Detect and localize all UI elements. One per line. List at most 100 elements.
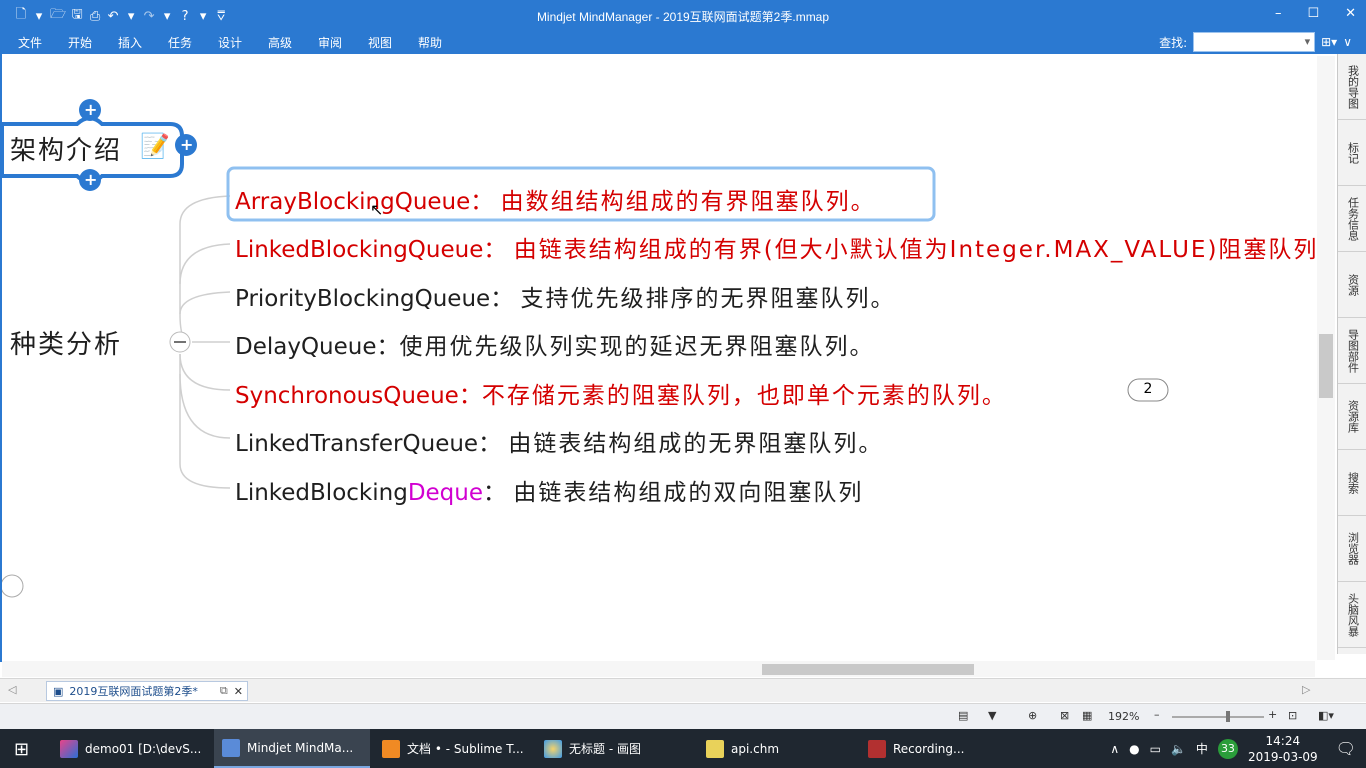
paint-icon [544,739,562,758]
tab-task[interactable]: 任务 [168,34,218,51]
topic-synchronous-queue[interactable]: SynchronousQueue：不存储元素的阻塞队列，也即单个元素的队列。 [235,376,1007,410]
side-panel: 我的导图 标记 任务信息 资源 导图部件 资源库 搜索 浏览器 头脑风暴 [1337,54,1366,654]
central-topic-label[interactable]: 架构介绍 [10,130,122,167]
document-tab-label: 2019互联网面试题第2季* [69,685,198,698]
side-tab-resources[interactable]: 资源 [1338,252,1366,318]
volume-icon[interactable]: 🔈 [1171,742,1186,756]
note-icon[interactable]: 📝 [140,132,170,160]
horizontal-scroll-thumb[interactable] [762,664,974,675]
svg-text:+: + [180,135,193,154]
svg-text:+: + [84,170,97,189]
zoom-in-icon[interactable]: + [1268,708,1277,721]
vertical-scrollbar[interactable] [1317,56,1335,660]
window-title: Mindjet MindManager - 2019互联网面试题第2季.mmap [536,10,830,24]
zoom-slider-knob[interactable] [1226,711,1230,722]
side-tab-map-parts[interactable]: 导图部件 [1338,318,1366,384]
topic-linked-transfer-queue[interactable]: LinkedTransferQueue： 由链表结构组成的无界阻塞队列。 [235,424,883,458]
taskbar-item-mindmanager[interactable]: Mindjet MindMa... [214,729,370,768]
topic-linked-blocking-queue[interactable]: LinkedBlockingQueue： 由链表结构组成的有界(但大小默认值为I… [235,230,1318,264]
find-options-icon[interactable]: ⊞▾ [1321,35,1337,49]
tab-scroll-left-icon[interactable]: ◁ [8,683,16,696]
find-input[interactable]: ▾ [1193,32,1316,52]
notification-icon[interactable]: 🗨 [1336,739,1356,758]
network-icon[interactable]: ▭ [1150,742,1161,756]
taskbar-item-intellij[interactable]: demo01 [D:\devS... [52,729,212,768]
partial-node-icon[interactable] [2,574,24,598]
taskbar-item-recording[interactable]: Recording... [860,729,1020,768]
minimize-button[interactable]: – [1275,6,1282,21]
side-tab-browser[interactable]: 浏览器 [1338,516,1366,582]
start-button[interactable]: ⊞ [14,739,29,760]
topic-name: SynchronousQueue [235,383,459,409]
tab-home[interactable]: 开始 [68,34,118,51]
layout-icon[interactable]: ▤ [958,709,968,722]
ime-indicator[interactable]: 中 [1196,740,1208,757]
collapse-ribbon-icon[interactable]: ∨ [1343,35,1352,49]
topic-linked-blocking-deque[interactable]: LinkedBlockingDeque： 由链表结构组成的双向阻塞队列 [235,473,863,507]
topic-kinds[interactable]: 种类分析 [10,324,122,361]
fit-map-icon[interactable]: ⊡ [1288,709,1297,722]
side-tab-my-maps[interactable]: 我的导图 [1338,54,1366,120]
topic-delay-queue[interactable]: DelayQueue：使用优先级队列实现的延迟无界阻塞队列。 [235,327,875,361]
ribbon-tabs: 文件 开始 插入 任务 设计 高级 审阅 视图 帮助 [18,34,468,51]
tab-file[interactable]: 文件 [18,34,68,51]
zoom-out-icon[interactable]: – [1154,708,1160,721]
tab-advanced[interactable]: 高级 [268,34,318,51]
topic-desc: 由链表结构组成的双向阻塞队列 [513,480,864,506]
clock-date: 2019-03-09 [1247,749,1318,764]
map-file-icon: ▣ [53,684,64,698]
svg-text:+: + [84,100,97,119]
filter-icon[interactable]: ▼ [988,709,996,722]
tab-scroll-right-icon[interactable]: ▷ [1302,683,1310,696]
restore-tab-icon[interactable]: ⧉ [220,684,228,698]
topic-name: LinkedBlocking [235,480,408,506]
maximize-button[interactable]: ☐ [1307,6,1319,21]
title-bar: 🗋 ▾ 🗁 🖫 ⎙ ↶ ▾ ↷ ▾ ? ▾ ⩢ Mindjet MindMana… [0,0,1366,54]
side-tab-library[interactable]: 资源库 [1338,384,1366,450]
topic-array-blocking-queue[interactable]: ArrayBlockingQueue： 由数组结构组成的有界阻塞队列。 [235,182,876,216]
outline-icon[interactable]: ▦ [1082,709,1092,722]
topic-desc: 由链表结构组成的有界(但大小默认值为Integer.MAX_VALUE)阻塞队列 [513,237,1319,263]
clock[interactable]: 14:24 2019-03-09 [1248,733,1318,765]
tray-app-icon[interactable]: ● [1129,742,1139,756]
tab-view[interactable]: 视图 [368,34,418,51]
close-button[interactable]: ✕ [1345,6,1356,21]
view-mode-icon[interactable]: ◧▾ [1318,709,1334,722]
system-tray: ∧ ● ▭ 🔈 中 33 14:24 2019-03-09 🗨 [1110,729,1366,768]
grid-icon[interactable]: ⊠ [1060,709,1069,722]
map-canvas[interactable]: + + + 架构介绍 📝 种类分析 ArrayBlockingQueue： 由数… [0,54,1337,662]
sublime-icon [382,739,400,758]
tab-help[interactable]: 帮助 [418,34,468,51]
document-tab[interactable]: ▣ 2019互联网面试题第2季* ⧉ ✕ [46,681,248,701]
topic-desc: 使用优先级队列实现的延迟无界阻塞队列。 [399,334,875,360]
count-badge[interactable]: 2 [1128,381,1168,397]
taskbar-item-paint[interactable]: 无标题 - 画图 [536,729,696,768]
mindmanager-icon [222,738,240,757]
focus-icon[interactable]: ⊕ [1028,709,1037,722]
vertical-scroll-thumb[interactable] [1319,334,1333,398]
zoom-level: 192% [1108,710,1140,723]
side-tab-markers[interactable]: 标记 [1338,120,1366,186]
topic-desc: 由数组结构组成的有界阻塞队列。 [500,189,876,215]
recorder-icon [868,739,886,758]
tab-review[interactable]: 审阅 [318,34,368,51]
horizontal-scrollbar[interactable] [2,661,1315,677]
close-tab-icon[interactable]: ✕ [234,685,247,698]
topic-desc: 不存储元素的阻塞队列，也即单个元素的队列。 [481,383,1007,409]
tab-insert[interactable]: 插入 [118,34,168,51]
tray-badge[interactable]: 33 [1217,738,1238,759]
tray-expand-icon[interactable]: ∧ [1110,742,1119,756]
side-tab-search[interactable]: 搜索 [1338,450,1366,516]
document-tab-bar: ◁ ▣ 2019互联网面试题第2季* ⧉ ✕ ▷ [0,678,1366,702]
intellij-icon [60,739,78,758]
taskbar-item-sublime[interactable]: 文档 • - Sublime T... [374,729,534,768]
zoom-slider[interactable] [1172,716,1264,718]
taskbar-item-chm[interactable]: api.chm [698,729,858,768]
topic-desc: 支持优先级排序的无界阻塞队列。 [520,286,896,312]
side-tab-brainstorm[interactable]: 头脑风暴 [1338,582,1366,648]
tab-design[interactable]: 设计 [218,34,268,51]
find-area: 查找: ▾ ⊞▾ ∨ [1159,32,1352,52]
topic-priority-blocking-queue[interactable]: PriorityBlockingQueue： 支持优先级排序的无界阻塞队列。 [235,279,896,313]
status-bar: ▤ ▼ ⊕ ⊠ ▦ 192% – + ⊡ ◧▾ [0,703,1366,729]
side-tab-task-info[interactable]: 任务信息 [1338,186,1366,252]
